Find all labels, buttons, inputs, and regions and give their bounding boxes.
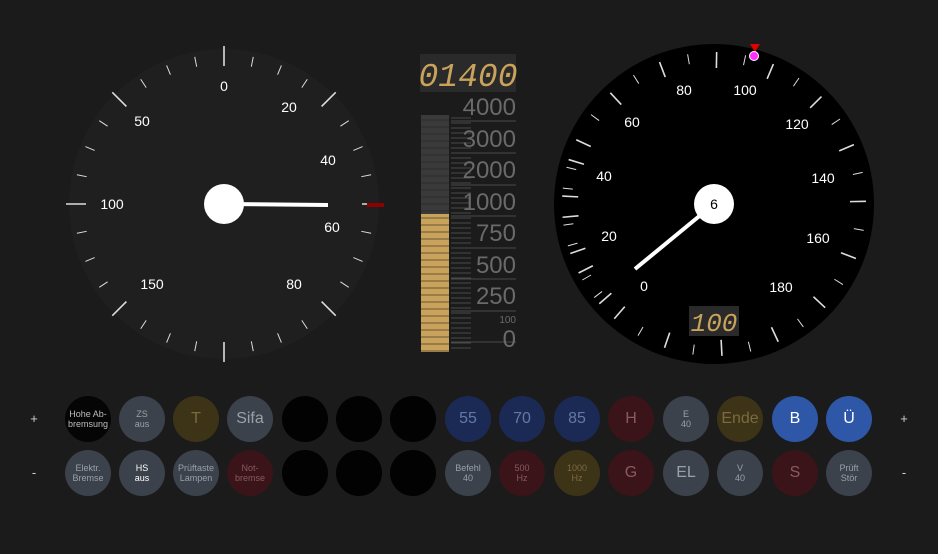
speedometer-label: 120 bbox=[785, 116, 809, 132]
button-prüftaste-lampen[interactable]: Prüftaste Lampen bbox=[173, 450, 219, 496]
bar-scale-label: 4000 bbox=[463, 94, 516, 121]
speedometer-label: 60 bbox=[624, 114, 640, 130]
brake-gauge-label: 0 bbox=[220, 78, 228, 94]
blank-button[interactable] bbox=[336, 450, 382, 496]
brake-limit-marker bbox=[367, 203, 384, 207]
brake-gauge-hub bbox=[204, 184, 244, 224]
button-500-hz[interactable]: 500 Hz bbox=[499, 450, 545, 496]
bar-scale-label: 1000 bbox=[463, 189, 516, 216]
button-sifa[interactable]: Sifa bbox=[227, 396, 273, 442]
speedometer-label: 180 bbox=[769, 279, 793, 295]
brake-gauge-label: 50 bbox=[134, 113, 150, 129]
button-elektr-bremse[interactable]: Elektr. Bremse bbox=[65, 450, 111, 496]
brake-gauge-label: 40 bbox=[320, 152, 336, 168]
speedometer-tick bbox=[562, 195, 579, 198]
blank-button[interactable] bbox=[390, 396, 436, 442]
button-t[interactable]: T bbox=[173, 396, 219, 442]
bar-scale-label: 750 bbox=[476, 220, 516, 247]
bar-scale-label: 250 bbox=[476, 283, 516, 310]
target-speed-readout: 100 bbox=[691, 309, 738, 339]
button-g[interactable]: G bbox=[608, 450, 654, 496]
brake-gauge-label: 80 bbox=[286, 276, 302, 292]
button-ende[interactable]: Ende bbox=[717, 396, 763, 442]
button-85[interactable]: 85 bbox=[554, 396, 600, 442]
blank-button[interactable] bbox=[282, 396, 328, 442]
button-h[interactable]: H bbox=[608, 396, 654, 442]
blank-button[interactable] bbox=[390, 450, 436, 496]
button-prüft-stör[interactable]: Prüft Stör bbox=[826, 450, 872, 496]
speedometer: 0 20 40 60 80 100 120 140 160 180 100 6 bbox=[554, 44, 874, 364]
button-ü[interactable]: Ü bbox=[826, 396, 872, 442]
brake-pressure-gauge: 0 20 40 60 80 100 150 50 bbox=[66, 46, 384, 362]
distance-digital-readout: 01400 bbox=[418, 59, 517, 96]
bar-scale-label: 3000 bbox=[463, 126, 516, 153]
button-s[interactable]: S bbox=[772, 450, 818, 496]
blank-button[interactable] bbox=[336, 396, 382, 442]
plus-button-right[interactable]: + bbox=[897, 411, 911, 426]
button-hohe-ab-bremsung[interactable]: Hohe Ab- bremsung bbox=[65, 396, 111, 442]
button-55[interactable]: 55 bbox=[445, 396, 491, 442]
button-el[interactable]: EL bbox=[663, 450, 709, 496]
speedometer-label: 160 bbox=[806, 230, 830, 246]
button-v-40[interactable]: V 40 bbox=[717, 450, 763, 496]
minus-button-left[interactable]: - bbox=[27, 465, 41, 480]
plus-button-left[interactable]: + bbox=[27, 411, 41, 426]
distance-bar-fill bbox=[421, 214, 449, 352]
speedometer-label: 100 bbox=[733, 82, 757, 98]
speedometer-label: 140 bbox=[811, 170, 835, 186]
button-e-40[interactable]: E 40 bbox=[663, 396, 709, 442]
brake-gauge-label: 20 bbox=[281, 99, 297, 115]
bar-scale-label: 0 bbox=[503, 326, 516, 353]
speedometer-label: 80 bbox=[676, 82, 692, 98]
bar-scale-label: 2000 bbox=[463, 157, 516, 184]
brake-gauge-label: 60 bbox=[324, 219, 340, 235]
button-70[interactable]: 70 bbox=[499, 396, 545, 442]
speedometer-label: 40 bbox=[596, 168, 612, 184]
button-not-bremse[interactable]: Not- bremse bbox=[227, 450, 273, 496]
target-speed-dot bbox=[749, 51, 759, 61]
speedometer-label: 0 bbox=[640, 278, 648, 294]
brake-gauge-label: 100 bbox=[100, 196, 124, 212]
minus-button-right[interactable]: - bbox=[897, 465, 911, 480]
button-hs-aus[interactable]: HS aus bbox=[119, 450, 165, 496]
target-distance-panel: 01400 4000 3000 2000 1000 750 500 250 1000 bbox=[418, 54, 518, 353]
current-speed-value: 6 bbox=[710, 196, 718, 212]
button-b[interactable]: B bbox=[772, 396, 818, 442]
bar-scale-label: 500 bbox=[476, 252, 516, 279]
brake-gauge-label: 150 bbox=[140, 276, 164, 292]
button-1000-hz[interactable]: 1000 Hz bbox=[554, 450, 600, 496]
speedometer-label: 20 bbox=[601, 228, 617, 244]
blank-button[interactable] bbox=[282, 450, 328, 496]
button-zs-aus[interactable]: ZS aus bbox=[119, 396, 165, 442]
speedometer-tick bbox=[720, 339, 723, 356]
bar-scale-label: 100 bbox=[499, 315, 516, 326]
button-befehl-40[interactable]: Befehl 40 bbox=[445, 450, 491, 496]
